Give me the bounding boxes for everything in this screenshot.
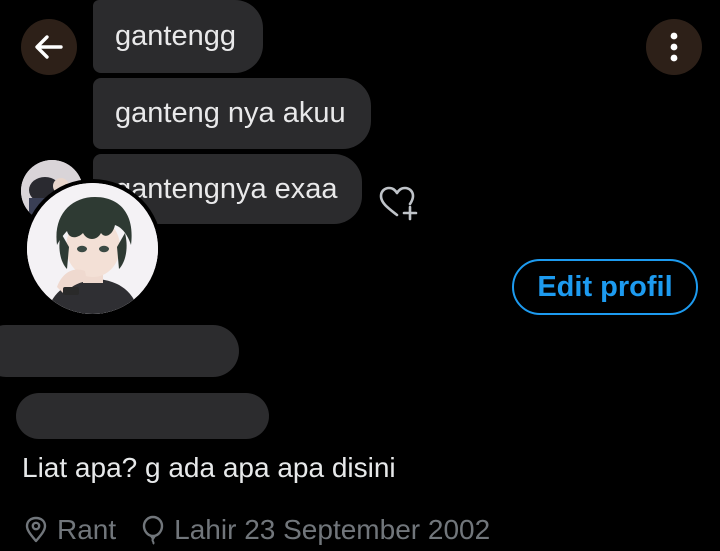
balloon-icon [142, 515, 164, 545]
profile-avatar[interactable] [23, 179, 162, 318]
edit-profile-button[interactable]: Edit profil [512, 259, 698, 315]
location-item: Rant [23, 514, 116, 546]
profile-bio: Liat apa? g ada apa apa disini [22, 452, 396, 483]
profile-page: gantengg ganteng nya akuu gantengnya exa… [0, 0, 720, 551]
birthday-text: Lahir 23 September 2002 [174, 514, 491, 545]
birthday-item: Lahir 23 September 2002 [140, 514, 490, 546]
more-options-button[interactable] [646, 19, 702, 75]
chat-bubble-2: ganteng nya akuu [93, 78, 371, 149]
arrow-left-icon [35, 35, 63, 59]
back-button[interactable] [21, 19, 77, 75]
profile-meta: Rant Lahir 23 September 2002 [23, 511, 490, 549]
location-pin-icon [25, 516, 47, 543]
chat-message-text: gantengg [115, 20, 236, 52]
more-vertical-icon [670, 32, 678, 62]
redacted-username [16, 393, 269, 439]
heart-plus-icon[interactable] [378, 185, 418, 221]
chat-message-text: gantengnya exaa [115, 172, 338, 205]
location-text: Rant [57, 514, 117, 545]
edit-profile-label: Edit profil [537, 270, 673, 303]
chat-bubble-1: gantengg [93, 0, 263, 73]
chat-message-text: ganteng nya akuu [115, 97, 346, 129]
redacted-display-name [0, 325, 239, 377]
